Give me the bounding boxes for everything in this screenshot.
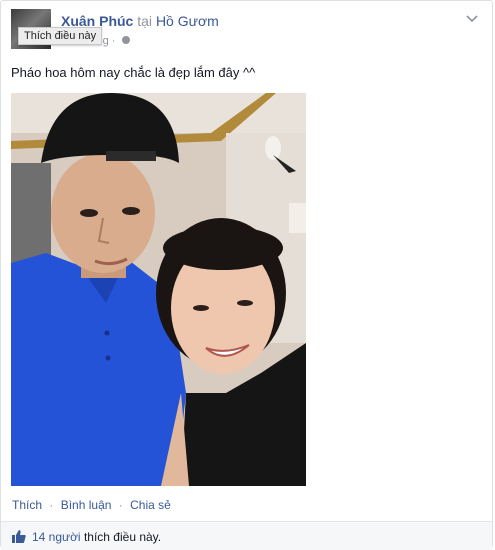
likes-suffix: thích điều này.	[83, 530, 162, 544]
post-actions: Thích · Bình luận · Chia sẻ	[12, 498, 171, 512]
share-link[interactable]: Chia sẻ	[130, 498, 171, 512]
likes-text: 14 người thích điều này.	[32, 530, 161, 544]
like-tooltip: Thích điều này	[18, 27, 103, 45]
post-card: Xuân Phúc tại Hồ Gươm Vừa xong · Thích đ…	[0, 0, 493, 550]
thumbs-up-icon	[12, 529, 26, 543]
status-text: Pháo hoa hôm nay chắc là đẹp lắm đây ^^	[11, 65, 256, 80]
like-link[interactable]: Thích	[12, 498, 42, 512]
actions-separator: ·	[49, 498, 54, 512]
actions-separator: ·	[118, 498, 123, 512]
photo-illustration	[11, 93, 306, 486]
post-header: Xuân Phúc tại Hồ Gươm Vừa xong · Thích đ…	[11, 9, 482, 53]
post-photo[interactable]	[11, 93, 306, 486]
likes-summary: 14 người thích điều này.	[1, 521, 492, 550]
chevron-down-icon[interactable]	[464, 11, 480, 27]
at-word: tại	[137, 13, 153, 29]
comment-link[interactable]: Bình luận	[61, 498, 112, 512]
meta-separator: ·	[111, 35, 116, 47]
globe-icon	[121, 36, 130, 44]
likes-count-link[interactable]: 14 người	[32, 530, 81, 544]
place-link[interactable]: Hồ Gươm	[156, 13, 219, 29]
